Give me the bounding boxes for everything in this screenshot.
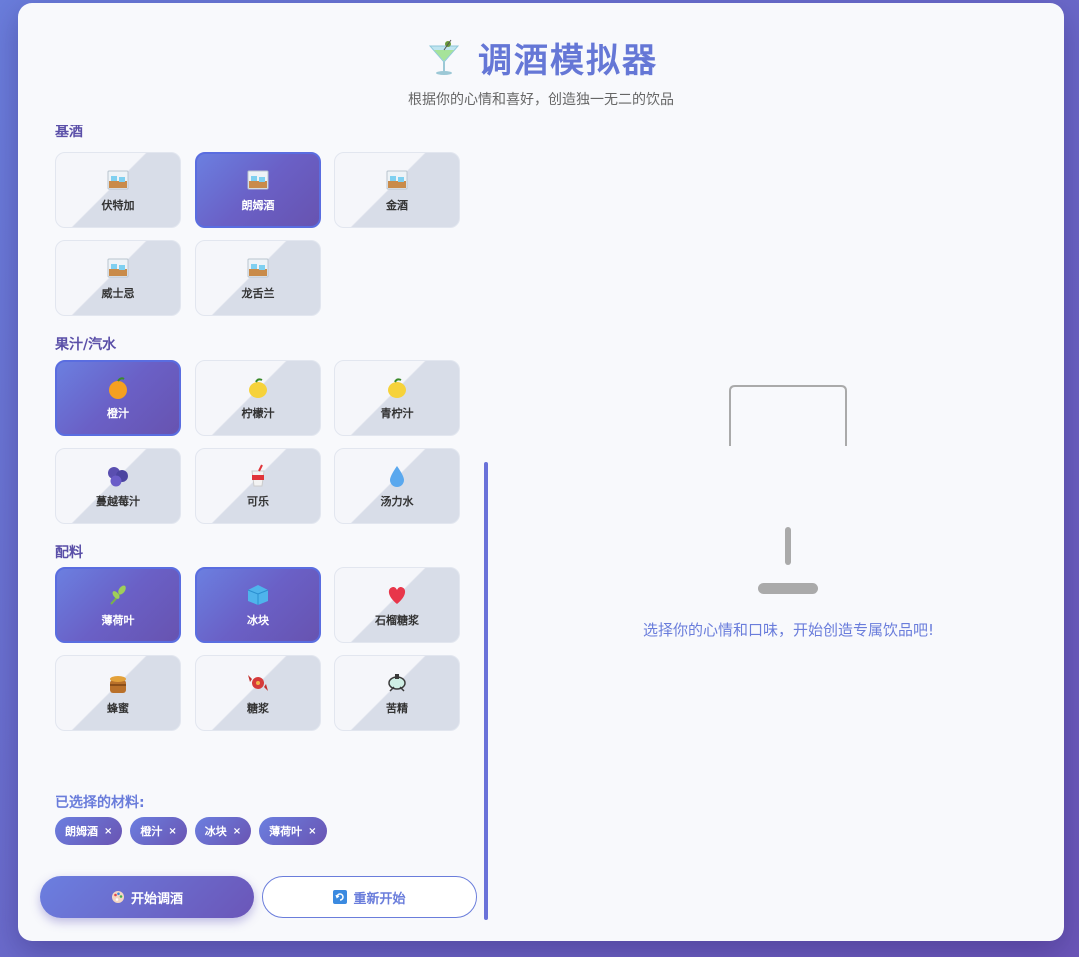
heart-icon [384,582,410,608]
ingredient-label: 蜂蜜 [107,702,129,715]
ingredient-panel[interactable]: 基酒伏特加 朗姆酒 金酒威士忌 龙舌兰果汁/汽水橙汁 柠檬汁 青柠汁蔓越莓汁 可乐 汤力水配料… [55,125,500,765]
ingredient-option[interactable]: 糖浆 [195,655,321,731]
lemon-icon [384,375,410,401]
lemon-icon [245,375,271,401]
herb-icon [105,582,131,608]
ingredient-option[interactable]: 石榴糖浆 [334,567,460,643]
ingredient-label: 柠檬汁 [241,407,275,420]
result-hint: 选择你的心情和口味，开始创造专属饮品吧! [642,621,934,639]
ingredient-label: 汤力水 [380,495,414,508]
ingredient-label: 苦精 [386,702,408,715]
ingredient-label: 蔓越莓汁 [96,495,140,508]
chip-label: 橙汁 [140,825,163,838]
scrollbar[interactable] [484,462,488,920]
ingredient-label: 糖浆 [247,702,269,715]
candy-icon [245,670,271,696]
refresh-icon [333,890,348,904]
ingredient-option[interactable]: 蜂蜜 [55,655,181,731]
ingredient-label: 冰块 [247,614,269,627]
chip-label: 朗姆酒 [65,825,98,838]
ingredient-label: 薄荷叶 [101,614,135,627]
reset-button[interactable]: 重新开始 [262,876,477,918]
remove-chip-button[interactable]: × [233,826,241,837]
start-mixing-label: 开始调酒 [130,891,183,907]
whiskey-glass-icon [105,167,131,193]
ingredient-option[interactable]: 薄荷叶 [55,567,181,643]
ingredient-option[interactable]: 冰块 [195,567,321,643]
selected-chip: 橙汁 × [130,817,187,845]
whiskey-glass-icon [384,167,410,193]
ingredient-option[interactable]: 汤力水 [334,448,460,524]
title-row: 调酒模拟器 [18,33,1064,82]
selected-chips: 朗姆酒 × 橙汁 × 冰块 × 薄荷叶 × [55,817,327,845]
ingredient-option[interactable]: 橙汁 [55,360,181,436]
ingredient-option[interactable]: 蔓越莓汁 [55,448,181,524]
ingredient-label: 石榴糖浆 [375,614,419,627]
ingredient-option[interactable]: 伏特加 [55,152,181,228]
ingredient-label: 威士忌 [101,287,135,300]
chip-label: 薄荷叶 [269,825,303,838]
blueberries-icon [105,463,131,489]
whiskey-glass-icon [105,255,131,281]
orange-icon [105,375,131,401]
remove-chip-button[interactable]: × [308,826,316,837]
honey-pot-icon [105,670,131,696]
page-title: 调酒模拟器 [478,41,658,81]
ingredient-label: 金酒 [386,199,408,212]
selected-chip: 冰块 × [194,817,252,845]
ingredient-option[interactable]: 可乐 [195,448,321,524]
chip-label: 冰块 [204,825,227,838]
selected-chip: 朗姆酒 × [55,817,123,845]
category-label: 果汁/汽水 [55,337,117,353]
cup-with-straw-icon [245,463,271,489]
start-mixing-button[interactable]: 开始调酒 [40,876,254,918]
main-card: 调酒模拟器 根据你的心情和喜好，创造独一无二的饮品 基酒 伏特加 朗姆酒 金酒 威士忌龙… [18,3,1064,941]
ingredient-label: 橙汁 [107,407,129,420]
ingredient-option[interactable]: 柠檬汁 [195,360,321,436]
ingredient-option[interactable]: 苦精 [334,655,460,731]
ingredient-label: 伏特加 [101,199,135,212]
ingredient-option[interactable]: 金酒 [334,152,460,228]
ingredient-option[interactable]: 青柠汁 [334,360,460,436]
ice-cube-icon [245,582,271,608]
ingredient-label: 朗姆酒 [241,199,275,212]
empty-glass-icon [729,385,847,594]
selected-chip: 薄荷叶 × [259,817,327,845]
ingredient-option[interactable]: 威士忌 [55,240,181,316]
ingredient-option[interactable]: 朗姆酒 [195,152,321,228]
category-label: 基酒 [55,125,83,140]
ingredient-label: 青柠汁 [380,407,414,420]
droplet-icon [384,463,410,489]
reset-label: 重新开始 [353,891,406,907]
selected-materials-label: 已选择的材料: [55,795,145,811]
ingredient-option[interactable]: 龙舌兰 [195,240,321,316]
remove-chip-button[interactable]: × [104,826,112,837]
whiskey-glass-icon [245,167,271,193]
palette-icon [111,891,124,903]
page-subtitle: 根据你的心情和喜好，创造独一无二的饮品 [408,92,674,108]
whiskey-glass-icon [245,255,271,281]
category-label: 配料 [55,545,83,561]
ingredient-label: 可乐 [247,495,269,508]
remove-chip-button[interactable]: × [168,826,176,837]
ingredient-label: 龙舌兰 [241,287,275,300]
bitters-bottle-icon [384,670,410,696]
cocktail-icon [428,39,460,75]
